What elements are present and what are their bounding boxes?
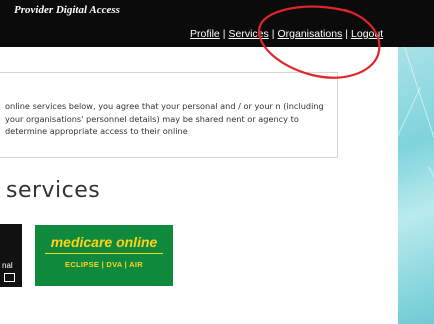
nav-services-link[interactable]: Services (229, 28, 269, 40)
medicare-online-title: medicare online (50, 234, 158, 250)
nav-logout-link[interactable]: Logout (351, 28, 383, 40)
nav-separator: | (271, 28, 275, 40)
decorative-side-panel (398, 47, 434, 324)
nav-separator: | (222, 28, 226, 40)
consent-notice-text: online services below, you agree that yo… (5, 101, 324, 136)
services-heading: services (6, 178, 101, 203)
top-header-bar: Provider Digital Access Profile | Services… (0, 0, 434, 47)
medicare-online-subtitle: ECLIPSE | DVA | AIR (65, 260, 143, 269)
tile-divider (45, 253, 163, 254)
medicare-online-tile[interactable]: medicare online ECLIPSE | DVA | AIR (35, 225, 173, 286)
nav-organisations-link[interactable]: Organisations (278, 28, 343, 40)
service-tile-partial[interactable]: nal (0, 224, 22, 287)
nav-profile-link[interactable]: Profile (190, 28, 220, 40)
brand-title: Provider Digital Access (14, 4, 120, 16)
tile-label-fragment: nal (2, 261, 13, 270)
consent-notice-box: online services below, you agree that yo… (0, 72, 338, 158)
top-navigation: Profile | Services | Organisations | Logout (190, 28, 383, 40)
nav-separator: | (345, 28, 349, 40)
external-link-icon (4, 273, 15, 282)
